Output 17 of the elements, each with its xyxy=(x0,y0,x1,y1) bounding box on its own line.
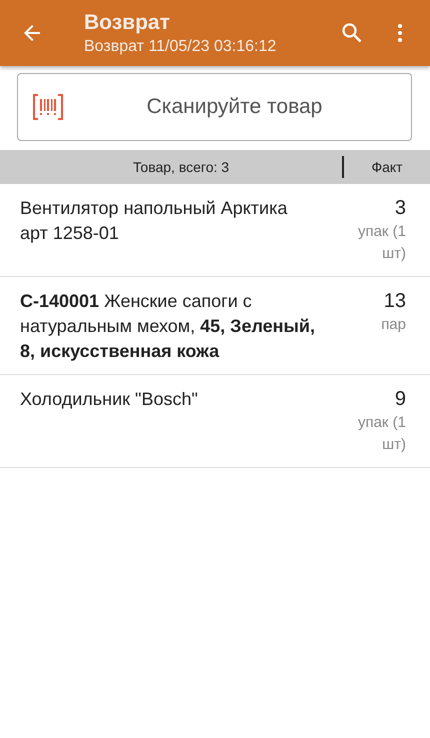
unit-label: упак (1 шт) xyxy=(356,222,406,264)
product-name: Вентилятор напольный Арктика арт 1258-01 xyxy=(20,197,288,245)
column-header: Товар, всего: 3 xyxy=(132,159,230,175)
product-name: Холодильник "Bosch" xyxy=(20,388,199,411)
quantity: 9 xyxy=(394,387,406,412)
quantity: 3 xyxy=(394,196,406,221)
unit-label: пар xyxy=(380,315,406,335)
unit-label: упак (1 шт) xyxy=(356,413,406,455)
product-name: C-140001 Женские сапоги с натуральным мехом, 45, Зеленый, 8, искусственная кожа xyxy=(20,290,316,363)
column-header: Факт xyxy=(370,159,404,175)
quantity: 13 xyxy=(384,289,406,314)
screen-subtitle: Возврат 11/05/23 03:16:12 xyxy=(84,38,278,56)
more-icon xyxy=(398,24,402,42)
search-icon xyxy=(340,21,364,45)
screen-title: Возврат xyxy=(84,10,171,34)
scan-field[interactable]: Сканируйте товар xyxy=(17,73,412,141)
barcode-scan-icon xyxy=(33,94,63,120)
